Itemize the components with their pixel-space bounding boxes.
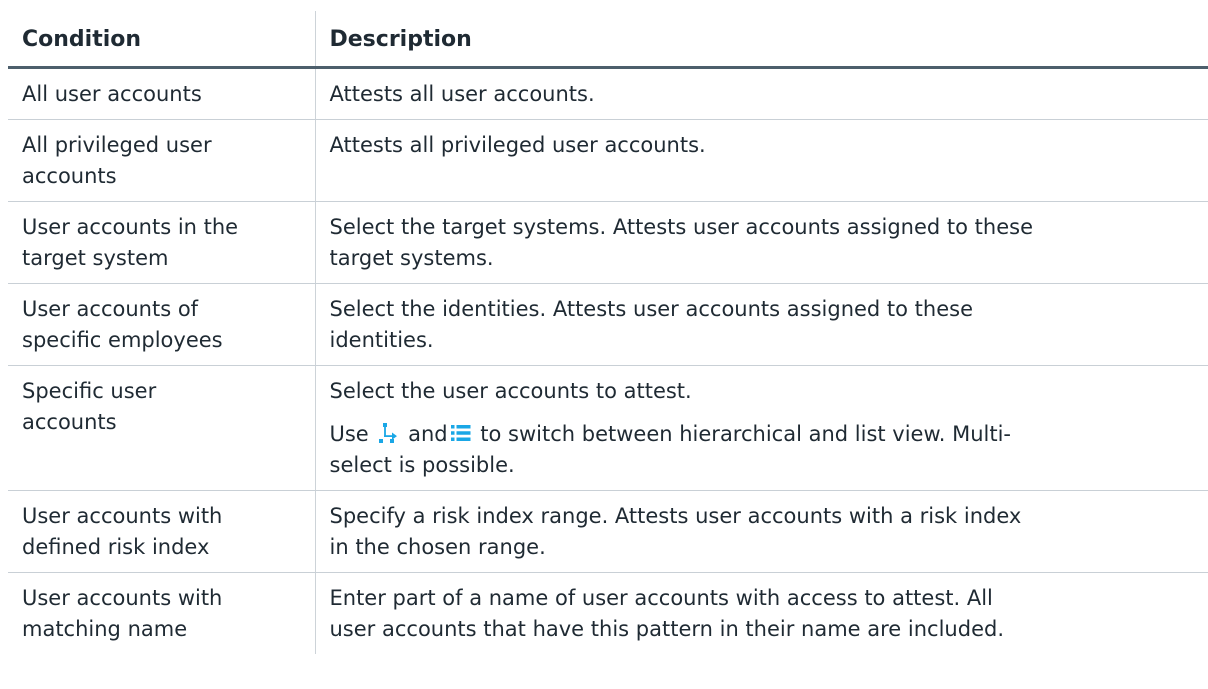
table-header-row: Condition Description: [8, 11, 1208, 69]
conditions-table: Condition Description All user accounts …: [8, 11, 1208, 654]
description-cell: Select the target systems. Attests user …: [315, 201, 1208, 284]
condition-cell: User accounts in the target system: [8, 201, 316, 284]
condition-cell: User accounts with defined risk index: [8, 490, 316, 573]
table-row: All user accounts Attests all user accou…: [8, 67, 1208, 120]
list-icon: [450, 425, 471, 441]
description-cell: Select the identities. Attests user acco…: [315, 283, 1208, 366]
table-row: Specific user accounts Select the user ac…: [8, 365, 1208, 491]
note-suffix-line2: select is possible.: [329, 453, 515, 477]
condition-column-header: Condition: [8, 11, 316, 69]
note-middle: and: [401, 422, 448, 446]
table-row: User accounts in the target system Select…: [8, 201, 1208, 284]
description-cell: Enter part of a name of user accounts wi…: [329, 586, 1005, 641]
condition-cell: Specific user accounts: [8, 365, 316, 491]
description-cell: Attests all user accounts.: [315, 67, 1208, 120]
description-cell: Attests all privileged user accounts.: [315, 119, 1208, 202]
description-note: Use and to switch between hierarchical a…: [330, 419, 1195, 481]
hierarchy-icon: [379, 423, 398, 443]
note-prefix: Use: [329, 422, 376, 446]
condition-cell: All privileged user accounts: [8, 119, 316, 202]
description-cell: Select the user accounts to attest. Use …: [315, 365, 1208, 491]
table-row: All privileged user accounts Attests all …: [8, 119, 1208, 202]
table-row: User accounts with defined risk index Spe…: [8, 490, 1208, 573]
description-column-header: Description: [315, 11, 1208, 69]
description-text: Select the user accounts to attest.: [329, 379, 692, 403]
description-cell: Specify a risk index range. Attests user…: [315, 490, 1208, 573]
condition-cell: All user accounts: [8, 67, 316, 120]
condition-cell: User accounts with matching name: [8, 572, 316, 654]
note-suffix: to switch between hierarchical and list …: [473, 422, 1011, 446]
condition-cell: User accounts of specific employees: [8, 283, 316, 366]
page: Condition Description All user accounts …: [0, 0, 1208, 689]
table-row: User accounts with matching name Enter pa…: [8, 572, 1208, 654]
table-row: User accounts of specific employees Selec…: [8, 283, 1208, 366]
